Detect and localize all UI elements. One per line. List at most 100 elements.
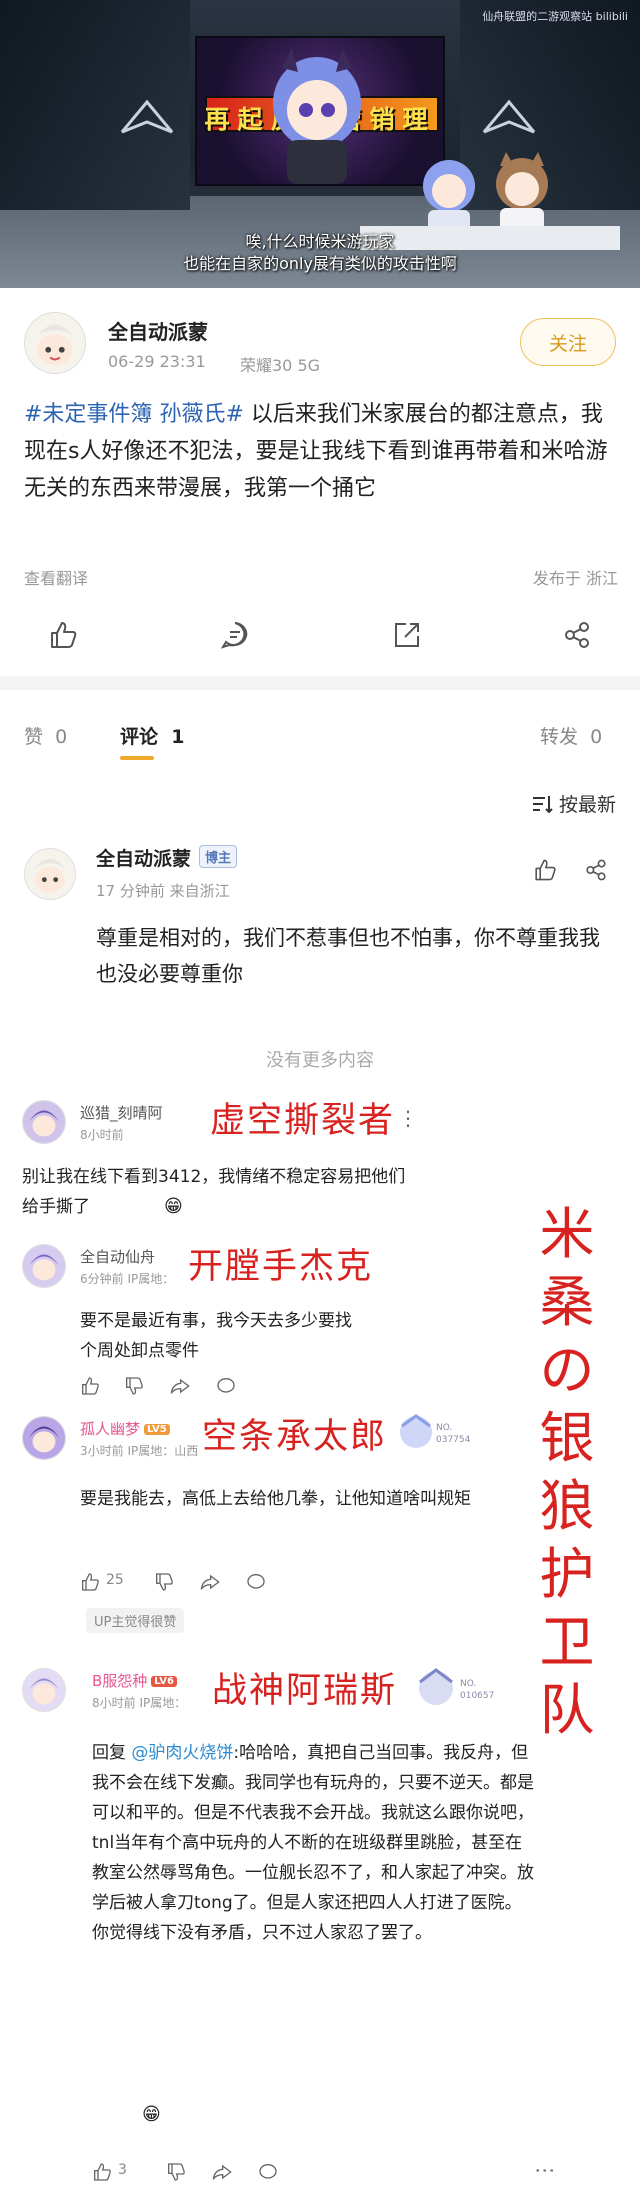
commenter-avatar[interactable]	[22, 1668, 66, 1712]
annotation-char: 护	[539, 1542, 595, 1606]
fan-card-icon	[400, 1414, 432, 1448]
post-location: 发布于 浙江	[532, 569, 618, 588]
post-date: 06-29 23:31	[108, 352, 206, 371]
emblem-icon	[482, 99, 536, 134]
comment-time: 3小时前 IP属地：山西	[80, 1444, 199, 1458]
like-icon[interactable]	[533, 858, 557, 882]
comment-icon[interactable]	[220, 620, 250, 650]
tab-likes[interactable]: 赞 0	[24, 722, 67, 749]
dislike-icon[interactable]	[166, 2162, 186, 2182]
fan-number: NO. 037754	[436, 1423, 471, 1445]
share-icon[interactable]	[392, 620, 422, 650]
commenter-name[interactable]: 全自动派蒙 博主	[96, 844, 238, 871]
red-annotation-label: 虚空撕裂者	[210, 1101, 396, 1141]
annotation-char: 卫	[539, 1610, 595, 1674]
tab-forwards[interactable]: 转发 0	[540, 722, 602, 749]
share-icon[interactable]	[200, 1572, 220, 1592]
tab-comments[interactable]: 评论 1	[120, 722, 184, 749]
level-badge: LV6	[151, 1676, 177, 1687]
translate-link[interactable]: 查看翻译	[24, 565, 88, 589]
emblem-icon	[120, 99, 174, 134]
comment-action-bar: 3	[92, 2160, 352, 2184]
dislike-icon[interactable]	[124, 1376, 144, 1396]
post-content: #未定事件簿 孙薇氏# 以后来我们米家展台的都注意点，我现在s人好像还不犯法，要…	[24, 396, 620, 507]
commenter-name-text: 孤人幽梦	[80, 1420, 141, 1438]
more-options-icon[interactable]: ⋮	[534, 2161, 558, 2180]
comment-body: :哈哈哈，真把自己当回事。我反舟，但我不会在线下发癫。我同学也有玩舟的，只要不逆…	[92, 1743, 534, 1943]
commenter-avatar[interactable]	[22, 1100, 66, 1144]
follow-button[interactable]: 关注	[520, 318, 616, 366]
author-badge: 博主	[199, 845, 238, 868]
share-icon[interactable]	[212, 2162, 232, 2182]
commenter-avatar[interactable]	[22, 1244, 66, 1288]
comment-meta: 17 分钟前 来自浙江	[96, 882, 230, 900]
comment-text: 回复 @驴肉火烧饼:哈哈哈，真把自己当回事。我反舟，但我不会在线下发癫。我同学也…	[92, 1738, 538, 1948]
commenter-name[interactable]: 巡猎_刻晴阿	[80, 1102, 163, 1123]
like-icon[interactable]	[80, 1376, 100, 1396]
red-annotation-label: 空条承太郎	[202, 1417, 388, 1457]
video-thumbnail[interactable]: 再起反击营销理 唉,什么时候米游玩家 也能在自家的only展有类似的攻击性啊 仙…	[0, 0, 640, 288]
comment-text: 尊重是相对的，我们不惹事但也不怕事，你不尊重我我也没必要尊重你	[96, 926, 600, 986]
annotation-char: 桑	[539, 1270, 595, 1334]
active-tab-indicator	[120, 756, 154, 760]
red-annotation-label: 战神阿瑞斯	[212, 1671, 398, 1711]
comment-icon[interactable]	[258, 2162, 278, 2182]
sort-toggle[interactable]: 按最新	[531, 790, 616, 817]
comment-time: 6分钟前 IP属地：	[80, 1272, 175, 1286]
fan-card-badge: NO. 037754	[396, 1412, 482, 1456]
fan-card-icon	[419, 1668, 453, 1705]
comment-item: 全自动派蒙 博主 17 分钟前 来自浙江 尊重是相对的，我们不惹事但也不怕事，你不…	[0, 840, 640, 1020]
like-icon[interactable]	[48, 620, 78, 650]
mention-link[interactable]: @驴肉火烧饼	[131, 1743, 233, 1763]
anime-character-illustration	[273, 48, 361, 184]
post-action-bar	[0, 612, 640, 660]
comment-text: 要是我能去，高低上去给他几拳，让他知道啥叫规矩	[80, 1489, 471, 1509]
tab-count: 0	[55, 726, 68, 748]
share-icon[interactable]	[170, 1376, 190, 1396]
level-badge: LV5	[144, 1424, 170, 1435]
engagement-tabs: 赞 0 评论 1 转发 0	[0, 716, 640, 760]
hashtag-link[interactable]: 孙薇氏#	[159, 402, 243, 427]
commenter-avatar[interactable]	[24, 848, 76, 900]
tab-label: 评论	[120, 726, 159, 748]
commenter-name-text: 全自动派蒙	[96, 848, 192, 870]
fan-card-badge: NO. 010657	[414, 1666, 514, 1714]
commenter-name[interactable]: 孤人幽梦 LV5	[80, 1418, 170, 1439]
commenter-name[interactable]: B服怨种 LV6	[92, 1670, 177, 1691]
video-subtitle: 唉,什么时候米游玩家	[245, 232, 395, 251]
grin-emoji-icon: 😁	[142, 2104, 161, 2125]
commenter-avatar[interactable]	[22, 1416, 66, 1460]
like-icon[interactable]	[92, 2162, 112, 2182]
comment-time: 8小时前	[80, 1128, 124, 1142]
comment-action-bar: 25	[80, 1570, 320, 1594]
commenter-name[interactable]: 全自动仙舟	[80, 1246, 155, 1267]
annotation-char: の	[539, 1338, 595, 1402]
author-avatar[interactable]	[24, 312, 86, 374]
annotation-char: 米	[539, 1202, 595, 1266]
author-name[interactable]: 全自动派蒙	[108, 316, 208, 345]
comment-text: 别让我在线下看到3412，我情绪不稳定容易把他们给手撕了	[22, 1167, 406, 1217]
dislike-icon[interactable]	[154, 1572, 174, 1592]
video-subtitle: 也能在自家的only展有类似的攻击性啊	[183, 254, 457, 273]
comment-action-bar	[80, 1374, 320, 1398]
forward-icon[interactable]	[562, 620, 592, 650]
red-annotation-label: 开膛手杰克	[188, 1247, 374, 1287]
commenter-name-text: B服怨种	[92, 1672, 148, 1690]
sort-label: 按最新	[558, 794, 616, 816]
tab-label: 转发	[540, 726, 579, 748]
annotation-char: 银	[539, 1406, 595, 1470]
more-options-icon[interactable]: ⋮	[398, 1106, 418, 1130]
like-icon[interactable]	[80, 1572, 100, 1592]
section-divider	[0, 676, 640, 690]
comment-text: 要不是最近有事，我今天去多少要找个周处卸点零件	[80, 1311, 352, 1361]
comment-time: 8小时前 IP属地：	[92, 1696, 187, 1710]
tab-count: 0	[590, 726, 603, 748]
forward-icon[interactable]	[584, 858, 608, 882]
comment-icon[interactable]	[216, 1376, 236, 1396]
comment-icon[interactable]	[246, 1572, 266, 1592]
video-watermark: 仙舟联盟的二游观察站 bilibili	[482, 10, 628, 23]
grin-emoji-icon: 😁	[164, 1196, 183, 1217]
post-device: 荣耀30 5G	[240, 356, 321, 375]
like-count: 3	[118, 2162, 127, 2178]
hashtag-link[interactable]: #未定事件簿	[24, 402, 152, 427]
